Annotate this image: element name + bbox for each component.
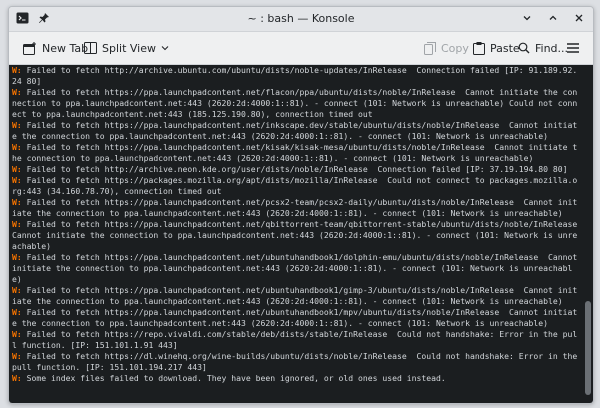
warning-prefix: W:: [12, 175, 22, 185]
paste-label: Paste: [490, 41, 520, 55]
warning-prefix: W:: [12, 164, 22, 174]
warning-prefix: W:: [12, 197, 22, 207]
terminal-line-text: Some index files failed to download. The…: [21, 373, 446, 383]
warning-prefix: W:: [12, 219, 22, 229]
terminal-line: W: Failed to fetch https://ppa.launchpad…: [12, 197, 580, 219]
terminal-lines: W: Failed to fetch http://archive.ubuntu…: [12, 65, 580, 384]
terminal-line: W: Failed to fetch https://dl.winehq.org…: [12, 351, 580, 373]
terminal-line-text: Failed to fetch http://archive.ubuntu.co…: [12, 65, 578, 86]
toolbar: New Tab Split View Copy Paste Find...: [9, 32, 593, 65]
terminal-line: W: Some index files failed to download. …: [12, 373, 580, 384]
warning-prefix: W:: [12, 307, 22, 317]
terminal-line: W: Failed to fetch https://packages.mozi…: [12, 175, 580, 197]
copy-button[interactable]: Copy: [424, 38, 469, 58]
terminal-line: W: Failed to fetch https://ppa.launchpad…: [12, 219, 580, 252]
terminal-line-text: Failed to fetch https://ppa.launchpadcon…: [12, 197, 578, 218]
terminal-line: W: Failed to fetch https://ppa.launchpad…: [12, 285, 580, 307]
warning-prefix: W:: [12, 252, 22, 262]
new-tab-icon: [23, 41, 36, 55]
hamburger-menu-button[interactable]: [567, 38, 579, 58]
konsole-window: ~ : bash — Konsole New Tab Split View Co…: [8, 6, 594, 404]
close-button[interactable]: [571, 10, 587, 26]
warning-prefix: W:: [12, 142, 22, 152]
scrollbar-thumb[interactable]: [585, 301, 591, 395]
warning-prefix: W:: [12, 65, 22, 75]
new-tab-button[interactable]: New Tab: [23, 38, 88, 58]
terminal-line: W: Failed to fetch https://ppa.launchpad…: [12, 120, 580, 142]
find-button[interactable]: Find...: [518, 38, 568, 58]
search-icon: [518, 42, 530, 54]
terminal-line-text: Failed to fetch https://ppa.launchpadcon…: [12, 307, 578, 328]
terminal-line-text: Failed to fetch https://dl.winehq.org/wi…: [12, 351, 583, 372]
find-label: Find...: [535, 41, 569, 55]
copy-label: Copy: [441, 41, 469, 55]
minimize-button[interactable]: [519, 10, 535, 26]
terminal-line: W: Failed to fetch https://ppa.launchpad…: [12, 307, 580, 329]
terminal-line-text: Failed to fetch https://ppa.launchpadcon…: [12, 142, 578, 163]
warning-prefix: W:: [12, 329, 22, 339]
warning-prefix: W:: [12, 87, 22, 97]
terminal-line-text: Failed to fetch https://ppa.launchpadcon…: [12, 120, 578, 141]
new-tab-label: New Tab: [42, 41, 89, 55]
chevron-up-icon: [549, 15, 557, 20]
terminal-line: W: Failed to fetch http://archive.neon.k…: [12, 164, 580, 175]
split-view-button[interactable]: Split View: [84, 38, 169, 58]
terminal-line: W: Failed to fetch http://archive.ubuntu…: [12, 65, 580, 87]
warning-prefix: W:: [12, 351, 22, 361]
terminal-line-text: Failed to fetch https://repo.vivaldi.com…: [12, 329, 578, 350]
hamburger-menu-icon: [567, 43, 579, 53]
terminal-line-text: Failed to fetch https://ppa.launchpadcon…: [12, 252, 583, 284]
chevron-down-icon: [161, 46, 169, 51]
maximize-button[interactable]: [545, 10, 561, 26]
terminal-line-text: Failed to fetch https://ppa.launchpadcon…: [12, 219, 588, 251]
paste-icon: [473, 41, 485, 55]
chevron-down-icon: [523, 16, 531, 21]
paste-button[interactable]: Paste: [473, 38, 520, 58]
warning-prefix: W:: [12, 120, 22, 130]
window-title: ~ : bash — Konsole: [247, 12, 355, 25]
close-icon: [575, 14, 583, 22]
terminal-line: W: Failed to fetch https://ppa.launchpad…: [12, 142, 580, 164]
title-bar[interactable]: ~ : bash — Konsole: [9, 7, 593, 32]
terminal-line: W: Failed to fetch https://ppa.launchpad…: [12, 87, 580, 120]
warning-prefix: W:: [12, 285, 22, 295]
terminal-line-text: Failed to fetch https://ppa.launchpadcon…: [12, 87, 578, 119]
terminal-line: W: Failed to fetch https://ppa.launchpad…: [12, 252, 580, 285]
terminal-line-text: Failed to fetch https://packages.mozilla…: [12, 175, 578, 196]
scrollbar[interactable]: [583, 65, 591, 403]
copy-icon: [424, 41, 436, 55]
terminal-line-text: Failed to fetch http://archive.neon.kde.…: [21, 164, 568, 174]
split-view-icon: [84, 42, 97, 54]
terminal-line-text: Failed to fetch https://ppa.launchpadcon…: [12, 285, 578, 306]
split-view-label: Split View: [102, 41, 156, 55]
terminal-output[interactable]: W: Failed to fetch http://archive.ubuntu…: [9, 65, 593, 403]
terminal-line: W: Failed to fetch https://repo.vivaldi.…: [12, 329, 580, 351]
warning-prefix: W:: [12, 373, 22, 383]
